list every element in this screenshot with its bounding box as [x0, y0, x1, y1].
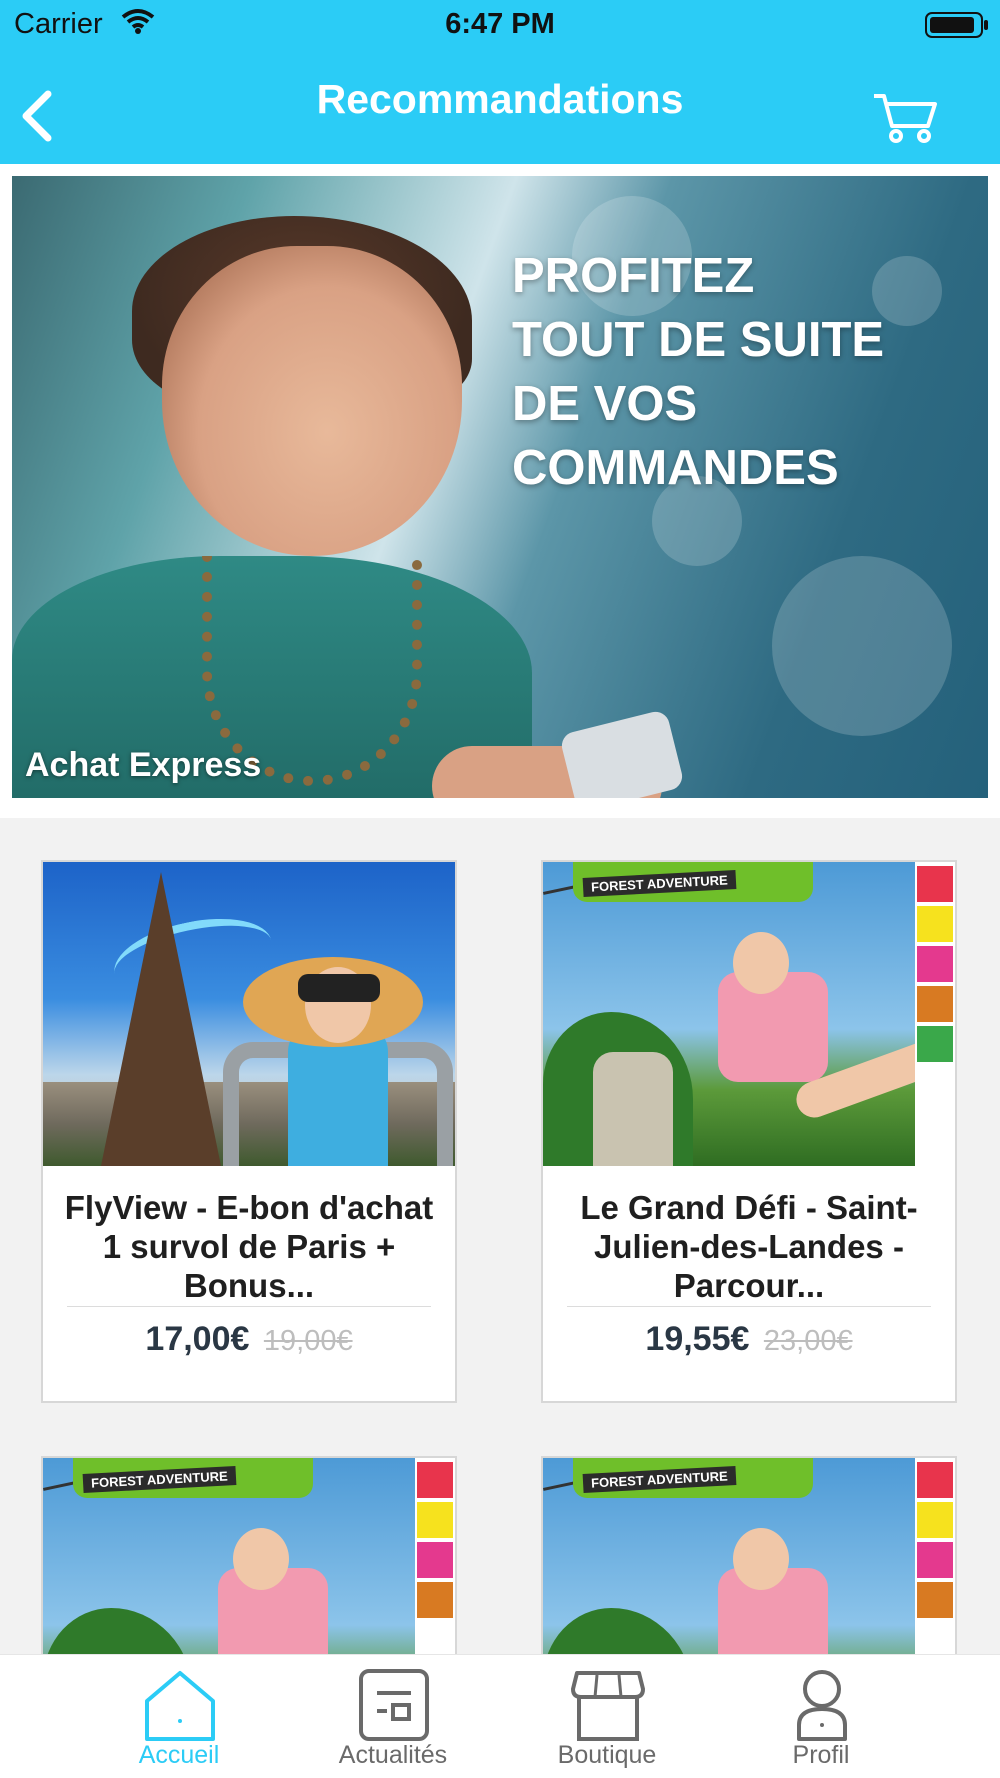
activity-tile	[917, 1582, 953, 1618]
product-image	[43, 862, 455, 1166]
product-card[interactable]: FlyView - E-bon d'achat 1 survol de Pari…	[41, 860, 457, 1403]
activity-tile	[917, 866, 953, 902]
zipline-girl-face	[733, 932, 789, 994]
screen: Carrier 6:47 PM Recommandations PROFITEZ…	[0, 0, 1000, 1778]
tab-label: Accueil	[138, 1741, 220, 1769]
zipline-girl-face	[233, 1528, 289, 1590]
activity-tile	[917, 1462, 953, 1498]
banner-headline-line: PROFITEZ	[512, 249, 755, 303]
product-prices: 19,55€ 23,00€	[543, 1320, 955, 1359]
product-title: Le Grand Défi - Saint-Julien-des-Landes …	[580, 1189, 918, 1304]
product-price: 19,55€	[645, 1320, 750, 1358]
tab-actualites[interactable]: Actualités	[286, 1655, 500, 1778]
product-title: FlyView - E-bon d'achat 1 survol de Pari…	[64, 1189, 434, 1304]
product-old-price: 19,00€	[263, 1325, 353, 1357]
bokeh-decoration	[772, 556, 952, 736]
profile-icon	[797, 1670, 847, 1741]
product-card[interactable]: FOREST ADVENTURE Le Grand Défi - Saint-J…	[541, 860, 957, 1403]
tab-profil[interactable]: Profil	[714, 1655, 928, 1778]
status-time: 6:47 PM	[445, 8, 555, 40]
shop-icon	[571, 1671, 645, 1741]
banner-label: Achat Express	[25, 746, 262, 784]
activity-strip	[915, 862, 955, 1166]
divider	[67, 1306, 431, 1307]
activity-tile	[917, 1502, 953, 1538]
banner-headline-line: COMMANDES	[512, 441, 839, 495]
tab-label: Boutique	[557, 1741, 657, 1769]
activity-tile	[917, 986, 953, 1022]
activity-tile	[417, 1542, 453, 1578]
activity-tile	[917, 1026, 953, 1062]
tab-boutique[interactable]: Boutique	[500, 1655, 714, 1778]
tab-label: Profil	[792, 1741, 850, 1769]
cart-button[interactable]	[872, 90, 938, 149]
tab-accueil[interactable]: Accueil	[72, 1655, 286, 1778]
status-bar: Carrier 6:47 PM	[0, 0, 1000, 50]
activity-tile	[917, 946, 953, 982]
banner-section: PROFITEZ TOUT DE SUITE DE VOS COMMANDES …	[0, 164, 1000, 818]
news-icon	[359, 1669, 429, 1741]
person-figure	[593, 1052, 673, 1166]
achat-express-banner[interactable]: PROFITEZ TOUT DE SUITE DE VOS COMMANDES …	[12, 176, 988, 798]
activity-tile	[417, 1582, 453, 1618]
product-old-price: 23,00€	[763, 1325, 853, 1357]
banner-headline-line: DE VOS	[512, 377, 698, 431]
eiffel-tower	[101, 872, 221, 1166]
battery-icon	[925, 12, 989, 43]
product-price: 17,00€	[145, 1320, 250, 1358]
banner-headline: PROFITEZ TOUT DE SUITE DE VOS COMMANDES	[512, 244, 972, 500]
top-bar: Carrier 6:47 PM Recommandations	[0, 0, 1000, 164]
banner-headline-line: TOUT DE SUITE	[512, 313, 885, 367]
activity-tile	[417, 1462, 453, 1498]
home-icon	[145, 1671, 215, 1741]
activity-tile	[917, 906, 953, 942]
tab-label: Actualités	[338, 1741, 448, 1769]
vr-headset	[298, 974, 380, 1002]
cart-icon	[874, 94, 937, 143]
phone-image	[558, 708, 686, 798]
activity-tile	[917, 1542, 953, 1578]
banner-person-face	[162, 246, 462, 556]
product-image: FOREST ADVENTURE	[543, 862, 955, 1166]
activity-tile	[417, 1502, 453, 1538]
zipline-girl-face	[733, 1528, 789, 1590]
page-title: Recommandations	[316, 76, 684, 122]
divider	[567, 1306, 931, 1307]
tab-bar: Accueil Actualités Boutique Profil	[0, 1654, 1000, 1778]
product-prices: 17,00€ 19,00€	[43, 1320, 455, 1359]
